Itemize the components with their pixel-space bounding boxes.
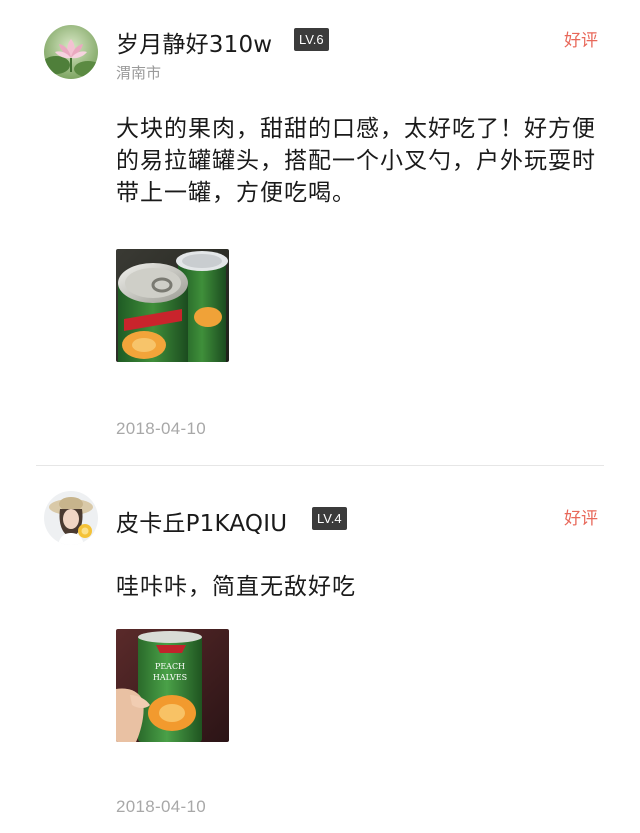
can-label-text: HALVES [153,673,187,682]
review-card: 皮卡丘P1KAQIU LV.4 好评 哇咔咔，简直无敌好吃 PEACH HALV… [0,466,640,833]
review-photo[interactable] [116,249,229,362]
review-date: 2018-04-10 [116,419,206,438]
level-badge: LV.6 [294,28,329,51]
review-card: 岁月静好310w LV.6 渭南市 好评 大块的果肉，甜甜的口感，太好吃了！好方… [0,0,640,466]
peach-halves-can-in-hand-photo-icon: PEACH HALVES [116,629,229,742]
review-text: 哇咔咔，简直无敌好吃 [116,574,356,600]
lotus-flower-avatar-icon [44,25,98,79]
peach-can-pull-tab-photo-icon [116,249,229,362]
username[interactable]: 岁月静好310w [116,25,272,59]
review-date: 2018-04-10 [116,797,206,816]
rating-label: 好评 [564,509,598,529]
user-avatar[interactable] [44,491,98,545]
user-location: 渭南市 [116,64,162,82]
user-avatar[interactable] [44,25,98,79]
girl-with-hat-avatar-icon [44,491,98,545]
review-photo[interactable]: PEACH HALVES [116,629,229,742]
review-text: 大块的果肉，甜甜的口感，太好吃了！好方便的易拉罐罐头，搭配一个小叉勺，户外玩耍时… [116,116,596,206]
can-label-text: PEACH [155,662,185,671]
level-badge: LV.4 [312,507,347,530]
rating-label: 好评 [564,31,598,51]
username[interactable]: 皮卡丘P1KAQIU [116,504,287,538]
